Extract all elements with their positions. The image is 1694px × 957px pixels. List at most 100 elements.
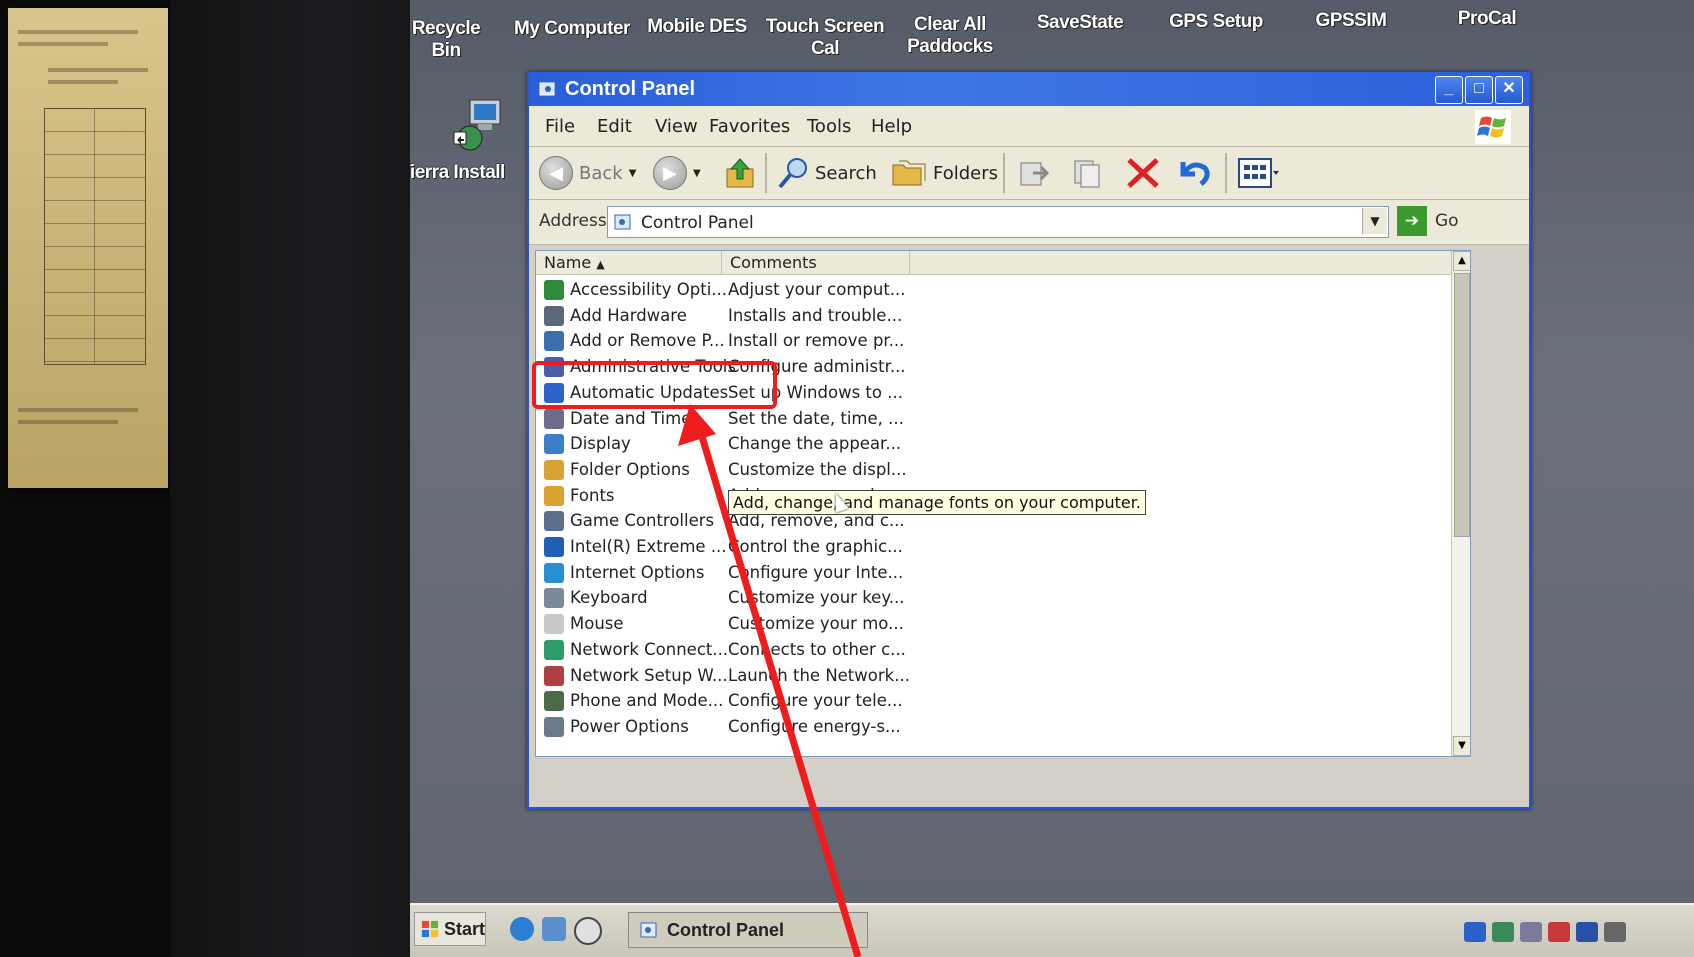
address-input[interactable]: Control Panel ▼: [607, 206, 1389, 238]
item-comment: Installs and trouble...: [728, 305, 903, 325]
menu-favorites[interactable]: Favorites: [709, 116, 790, 137]
list-item[interactable]: Display Change the appear...: [536, 431, 1451, 456]
item-name: Power Options: [570, 716, 689, 736]
list-item[interactable]: Network Connect... Connects to other c...: [536, 637, 1451, 662]
item-name: Network Setup W...: [570, 665, 728, 685]
list-item[interactable]: Mouse Customize your mo...: [536, 611, 1451, 636]
desktop-icon-recycle-bin[interactable]: Recycle Bin: [410, 18, 496, 62]
menu-file[interactable]: File: [545, 116, 575, 137]
control-panel-icon: [539, 82, 555, 96]
copy-to-button[interactable]: [1069, 155, 1105, 191]
sort-ascending-icon: ▲: [596, 258, 605, 271]
item-comment: Control the graphic...: [728, 537, 903, 556]
internet-icon: [544, 562, 564, 583]
item-comment: Change the appear...: [728, 434, 902, 454]
internet-explorer-icon[interactable]: [510, 917, 534, 941]
clock-icon: [544, 408, 564, 429]
network-setup-icon: [544, 665, 564, 686]
tray-network-icon[interactable]: [1492, 922, 1514, 942]
tray-monitor-icon[interactable]: [1576, 922, 1598, 942]
scroll-down-arrow-icon[interactable]: ▼: [1453, 736, 1470, 756]
column-header-comments[interactable]: Comments: [722, 251, 910, 275]
folders-icon: [892, 160, 926, 186]
delete-button[interactable]: [1125, 155, 1161, 191]
list-item[interactable]: Accessibility Opti... Adjust your comput.…: [536, 277, 1451, 302]
list-item[interactable]: Add or Remove P... Install or remove pr..…: [536, 328, 1451, 353]
desktop-icon-my-computer[interactable]: My Computer: [512, 18, 632, 40]
title-bar[interactable]: Control Panel _ □ ✕: [529, 72, 1529, 106]
desktop-icon-gps-setup[interactable]: GPS Setup: [1156, 11, 1276, 33]
item-name: Date and Time: [570, 408, 692, 428]
media-player-icon[interactable]: [574, 917, 602, 945]
paper-sheet: [8, 8, 168, 488]
control-panel-window: Control Panel _ □ ✕ File Edit View Favor…: [527, 72, 1531, 809]
computer-icon[interactable]: [452, 98, 504, 152]
list-item[interactable]: Phone and Mode... Configure your tele...: [536, 688, 1451, 713]
tray-shield-icon[interactable]: [1548, 922, 1570, 942]
menu-help[interactable]: Help: [871, 116, 912, 137]
taskbar-control-panel[interactable]: Control Panel: [628, 912, 868, 948]
control-panel-icon: [614, 214, 631, 230]
column-header-name[interactable]: Name ▲: [536, 251, 722, 275]
menu-edit[interactable]: Edit: [597, 116, 632, 137]
scroll-up-arrow-icon[interactable]: ▲: [1453, 251, 1470, 271]
hardware-icon: [544, 305, 564, 326]
desktop-icon-clear-all-paddocks[interactable]: Clear All Paddocks: [890, 14, 1010, 58]
start-button[interactable]: Start: [414, 912, 486, 946]
desktop-icon-tierra-install[interactable]: Tierra Install: [410, 162, 512, 184]
network-icon: [544, 639, 564, 660]
item-comment: Configure energy-s...: [728, 716, 901, 736]
desktop-icon-savestate[interactable]: SaveState: [1020, 12, 1140, 34]
item-name: Display: [570, 434, 631, 454]
tray-volume-icon[interactable]: [1604, 922, 1626, 942]
search-button[interactable]: Search: [777, 155, 877, 191]
close-button[interactable]: ✕: [1495, 76, 1523, 104]
views-button[interactable]: [1237, 155, 1279, 191]
folders-button[interactable]: Folders: [891, 155, 998, 191]
address-dropdown-button[interactable]: ▼: [1362, 208, 1387, 234]
keyboard-icon: [544, 588, 564, 609]
tooltip: Add, change, and manage fonts on your co…: [728, 490, 1146, 515]
list-item[interactable]: Folder Options Customize the displ...: [536, 457, 1451, 482]
list-item[interactable]: Date and Time Set the date, time, ...: [536, 406, 1451, 431]
desktop-icon-mobile-des[interactable]: Mobile DES: [642, 16, 752, 38]
list-item[interactable]: Network Setup W... Launch the Network...: [536, 663, 1451, 688]
menu-tools[interactable]: Tools: [807, 116, 851, 137]
desktop-icon-touch-screen-cal[interactable]: Touch Screen Cal: [760, 16, 890, 60]
gamepad-icon: [544, 511, 564, 532]
go-arrow-icon: ➔: [1397, 206, 1427, 236]
minimize-button[interactable]: _: [1435, 76, 1463, 104]
forward-button[interactable]: ▶ ▼: [653, 155, 701, 191]
desktop-icon-procal[interactable]: ProCal: [1432, 8, 1542, 30]
scroll-thumb[interactable]: [1454, 273, 1470, 537]
list-item[interactable]: Intel(R) Extreme ... Control the graphic.…: [536, 534, 1451, 559]
go-button[interactable]: ➔ Go: [1397, 206, 1459, 236]
tray-usb-icon[interactable]: [1520, 922, 1542, 942]
folder-icon: [544, 459, 564, 480]
tray-pm-icon[interactable]: [1464, 922, 1486, 942]
maximize-button[interactable]: □: [1465, 76, 1493, 104]
back-button[interactable]: ◀ Back ▼: [539, 155, 636, 191]
desktop-icon-gpssim[interactable]: GPSSIM: [1296, 10, 1406, 32]
toolbar: ◀ Back ▼ ▶ ▼ Search Folders: [529, 147, 1529, 200]
item-name: Add Hardware: [570, 305, 687, 325]
list-item[interactable]: Keyboard Customize your key...: [536, 585, 1451, 610]
up-folder-button[interactable]: [725, 155, 755, 191]
list-item[interactable]: Power Options Configure energy-s...: [536, 714, 1451, 739]
desktop-icon-quicklaunch[interactable]: [542, 917, 566, 941]
item-name: Mouse: [570, 614, 624, 634]
column-header-empty: [910, 251, 1452, 275]
power-icon: [544, 716, 564, 737]
back-arrow-icon: ◀: [539, 156, 573, 190]
windows-logo-icon: [1475, 110, 1511, 144]
address-bar: Address Control Panel ▼ ➔ Go: [529, 200, 1529, 245]
menu-bar: File Edit View Favorites Tools Help: [529, 106, 1529, 147]
undo-button[interactable]: [1175, 155, 1213, 191]
vertical-scrollbar[interactable]: ▲ ▼: [1451, 251, 1470, 756]
item-comment: Set the date, time, ...: [728, 408, 904, 428]
window-title: Control Panel: [565, 78, 696, 100]
list-item[interactable]: Add Hardware Installs and trouble...: [536, 303, 1451, 328]
list-item[interactable]: Internet Options Configure your Inte...: [536, 560, 1451, 585]
menu-view[interactable]: View: [655, 116, 698, 137]
move-to-button[interactable]: [1017, 155, 1053, 191]
